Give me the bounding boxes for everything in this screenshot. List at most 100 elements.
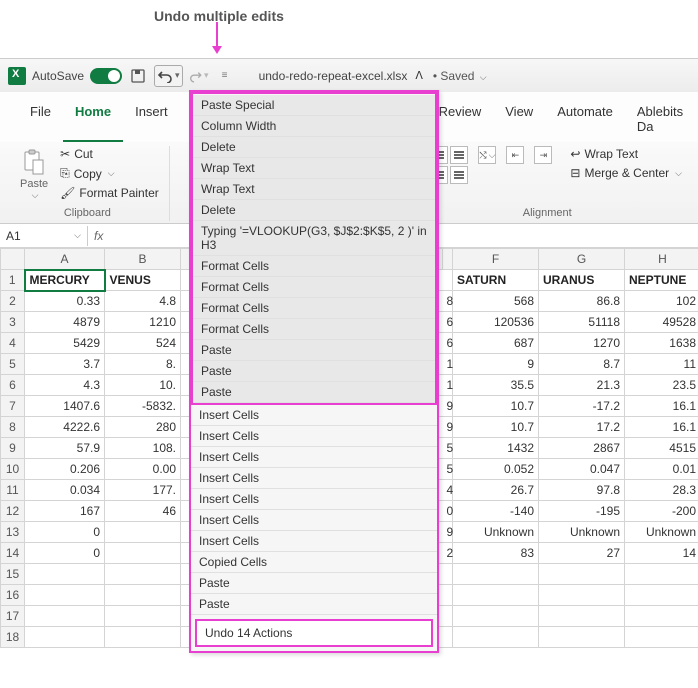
qat-customize[interactable]: ≡ [215,66,235,86]
undo-history-menu[interactable]: Paste SpecialColumn WidthDeleteWrap Text… [189,90,439,653]
cell[interactable] [443,606,453,627]
col-head[interactable]: A [25,249,105,270]
copy-button[interactable]: ⎘Copy⌵ [58,165,161,182]
cell[interactable]: Unknown [625,522,698,543]
paste-button[interactable]: Paste ⌵ [14,146,54,203]
undo-history-item[interactable]: Paste Special [193,95,435,116]
cell[interactable] [105,627,181,648]
row-head[interactable]: 12 [1,501,25,522]
tab-automate[interactable]: Automate [545,98,625,142]
cell[interactable] [625,585,698,606]
cell[interactable] [539,564,625,585]
cell[interactable]: 0.047 [539,459,625,480]
row-head[interactable]: 3 [1,312,25,333]
undo-history-item[interactable]: Copied Cells [191,552,437,573]
cell[interactable]: 0.052 [453,459,539,480]
undo-history-item[interactable]: Format Cells [193,256,435,277]
cell[interactable]: -17.2 [539,396,625,417]
cell[interactable]: -195 [539,501,625,522]
row-head[interactable]: 10 [1,459,25,480]
row-head[interactable]: 8 [1,417,25,438]
undo-summary[interactable]: Undo 14 Actions [195,619,433,647]
cell[interactable]: 2 [443,543,453,564]
cell[interactable]: 4.3 [25,375,105,396]
cell[interactable] [105,585,181,606]
cell[interactable]: 10. [105,375,181,396]
wrap-text-button[interactable]: ↩Wrap Text [568,146,684,162]
cell[interactable] [25,606,105,627]
cell[interactable] [625,564,698,585]
name-box[interactable]: A1⌵ [0,226,88,246]
document-name[interactable]: undo-redo-repeat-excel.xlsx [259,69,408,83]
cell[interactable]: 8 [443,291,453,312]
undo-history-item[interactable]: Paste [191,573,437,594]
cell[interactable]: 51118 [539,312,625,333]
merge-center-button[interactable]: ⊟Merge & Center⌵ [568,165,684,181]
row-head[interactable]: 17 [1,606,25,627]
cell[interactable] [25,585,105,606]
orientation-button[interactable]: ⤭⌵ [478,146,496,164]
cell[interactable]: 0.00 [105,459,181,480]
col-head[interactable]: G [539,249,625,270]
cell[interactable]: 3.7 [25,354,105,375]
cell[interactable]: -200 [625,501,698,522]
autosave-toggle[interactable] [90,68,122,84]
cell[interactable] [105,564,181,585]
undo-history-item[interactable]: Insert Cells [191,447,437,468]
undo-history-item[interactable]: Paste [193,361,435,382]
row-head[interactable]: 13 [1,522,25,543]
cell[interactable]: 17.2 [539,417,625,438]
cell[interactable]: 102 [625,291,698,312]
cell[interactable]: -5832. [105,396,181,417]
row-head[interactable]: 6 [1,375,25,396]
row-head[interactable]: 11 [1,480,25,501]
cell[interactable]: 97.8 [539,480,625,501]
cell[interactable] [539,585,625,606]
fx-button[interactable]: fx [88,229,109,243]
undo-history-item[interactable]: Format Cells [193,298,435,319]
cell[interactable]: 120536 [453,312,539,333]
cell[interactable]: 57.9 [25,438,105,459]
row-head[interactable]: 14 [1,543,25,564]
cell[interactable]: 0 [443,501,453,522]
cell[interactable]: 1 [443,354,453,375]
row-head[interactable]: 7 [1,396,25,417]
cell[interactable]: 4515 [625,438,698,459]
undo-history-item[interactable]: Paste [193,340,435,361]
undo-history-item[interactable]: Format Cells [193,277,435,298]
share-icon[interactable]: ᐱ [415,69,423,82]
cell[interactable]: 1210 [105,312,181,333]
cell[interactable]: 4879 [25,312,105,333]
cell[interactable]: 8. [105,354,181,375]
row-head[interactable]: 16 [1,585,25,606]
select-all[interactable] [1,249,25,270]
row-head[interactable]: 9 [1,438,25,459]
cell[interactable]: URANUS [539,270,625,291]
cell[interactable]: 14 [625,543,698,564]
cell[interactable]: 6 [443,333,453,354]
cell[interactable] [625,606,698,627]
cell[interactable]: 108. [105,438,181,459]
cell[interactable]: 83 [453,543,539,564]
cell[interactable]: 10.7 [453,417,539,438]
cell[interactable] [105,543,181,564]
cell[interactable]: SATURN [453,270,539,291]
cell[interactable]: 280 [105,417,181,438]
cell[interactable]: 26.7 [453,480,539,501]
chevron-down-icon[interactable]: ▾ [175,70,180,81]
col-head[interactable]: F [453,249,539,270]
cell[interactable] [453,585,539,606]
undo-history-item[interactable]: Insert Cells [191,405,437,426]
cell[interactable]: 10.7 [453,396,539,417]
row-head[interactable]: 18 [1,627,25,648]
chevron-down-icon[interactable]: ⌵ [74,230,81,241]
save-button[interactable] [128,66,148,86]
cell[interactable]: 9 [443,522,453,543]
cell[interactable]: -140 [453,501,539,522]
cell[interactable]: 6 [443,312,453,333]
row-head[interactable]: 2 [1,291,25,312]
cell[interactable] [453,564,539,585]
cell[interactable]: 5429 [25,333,105,354]
cell[interactable]: 687 [453,333,539,354]
undo-split-button[interactable]: ▾ [154,65,183,87]
